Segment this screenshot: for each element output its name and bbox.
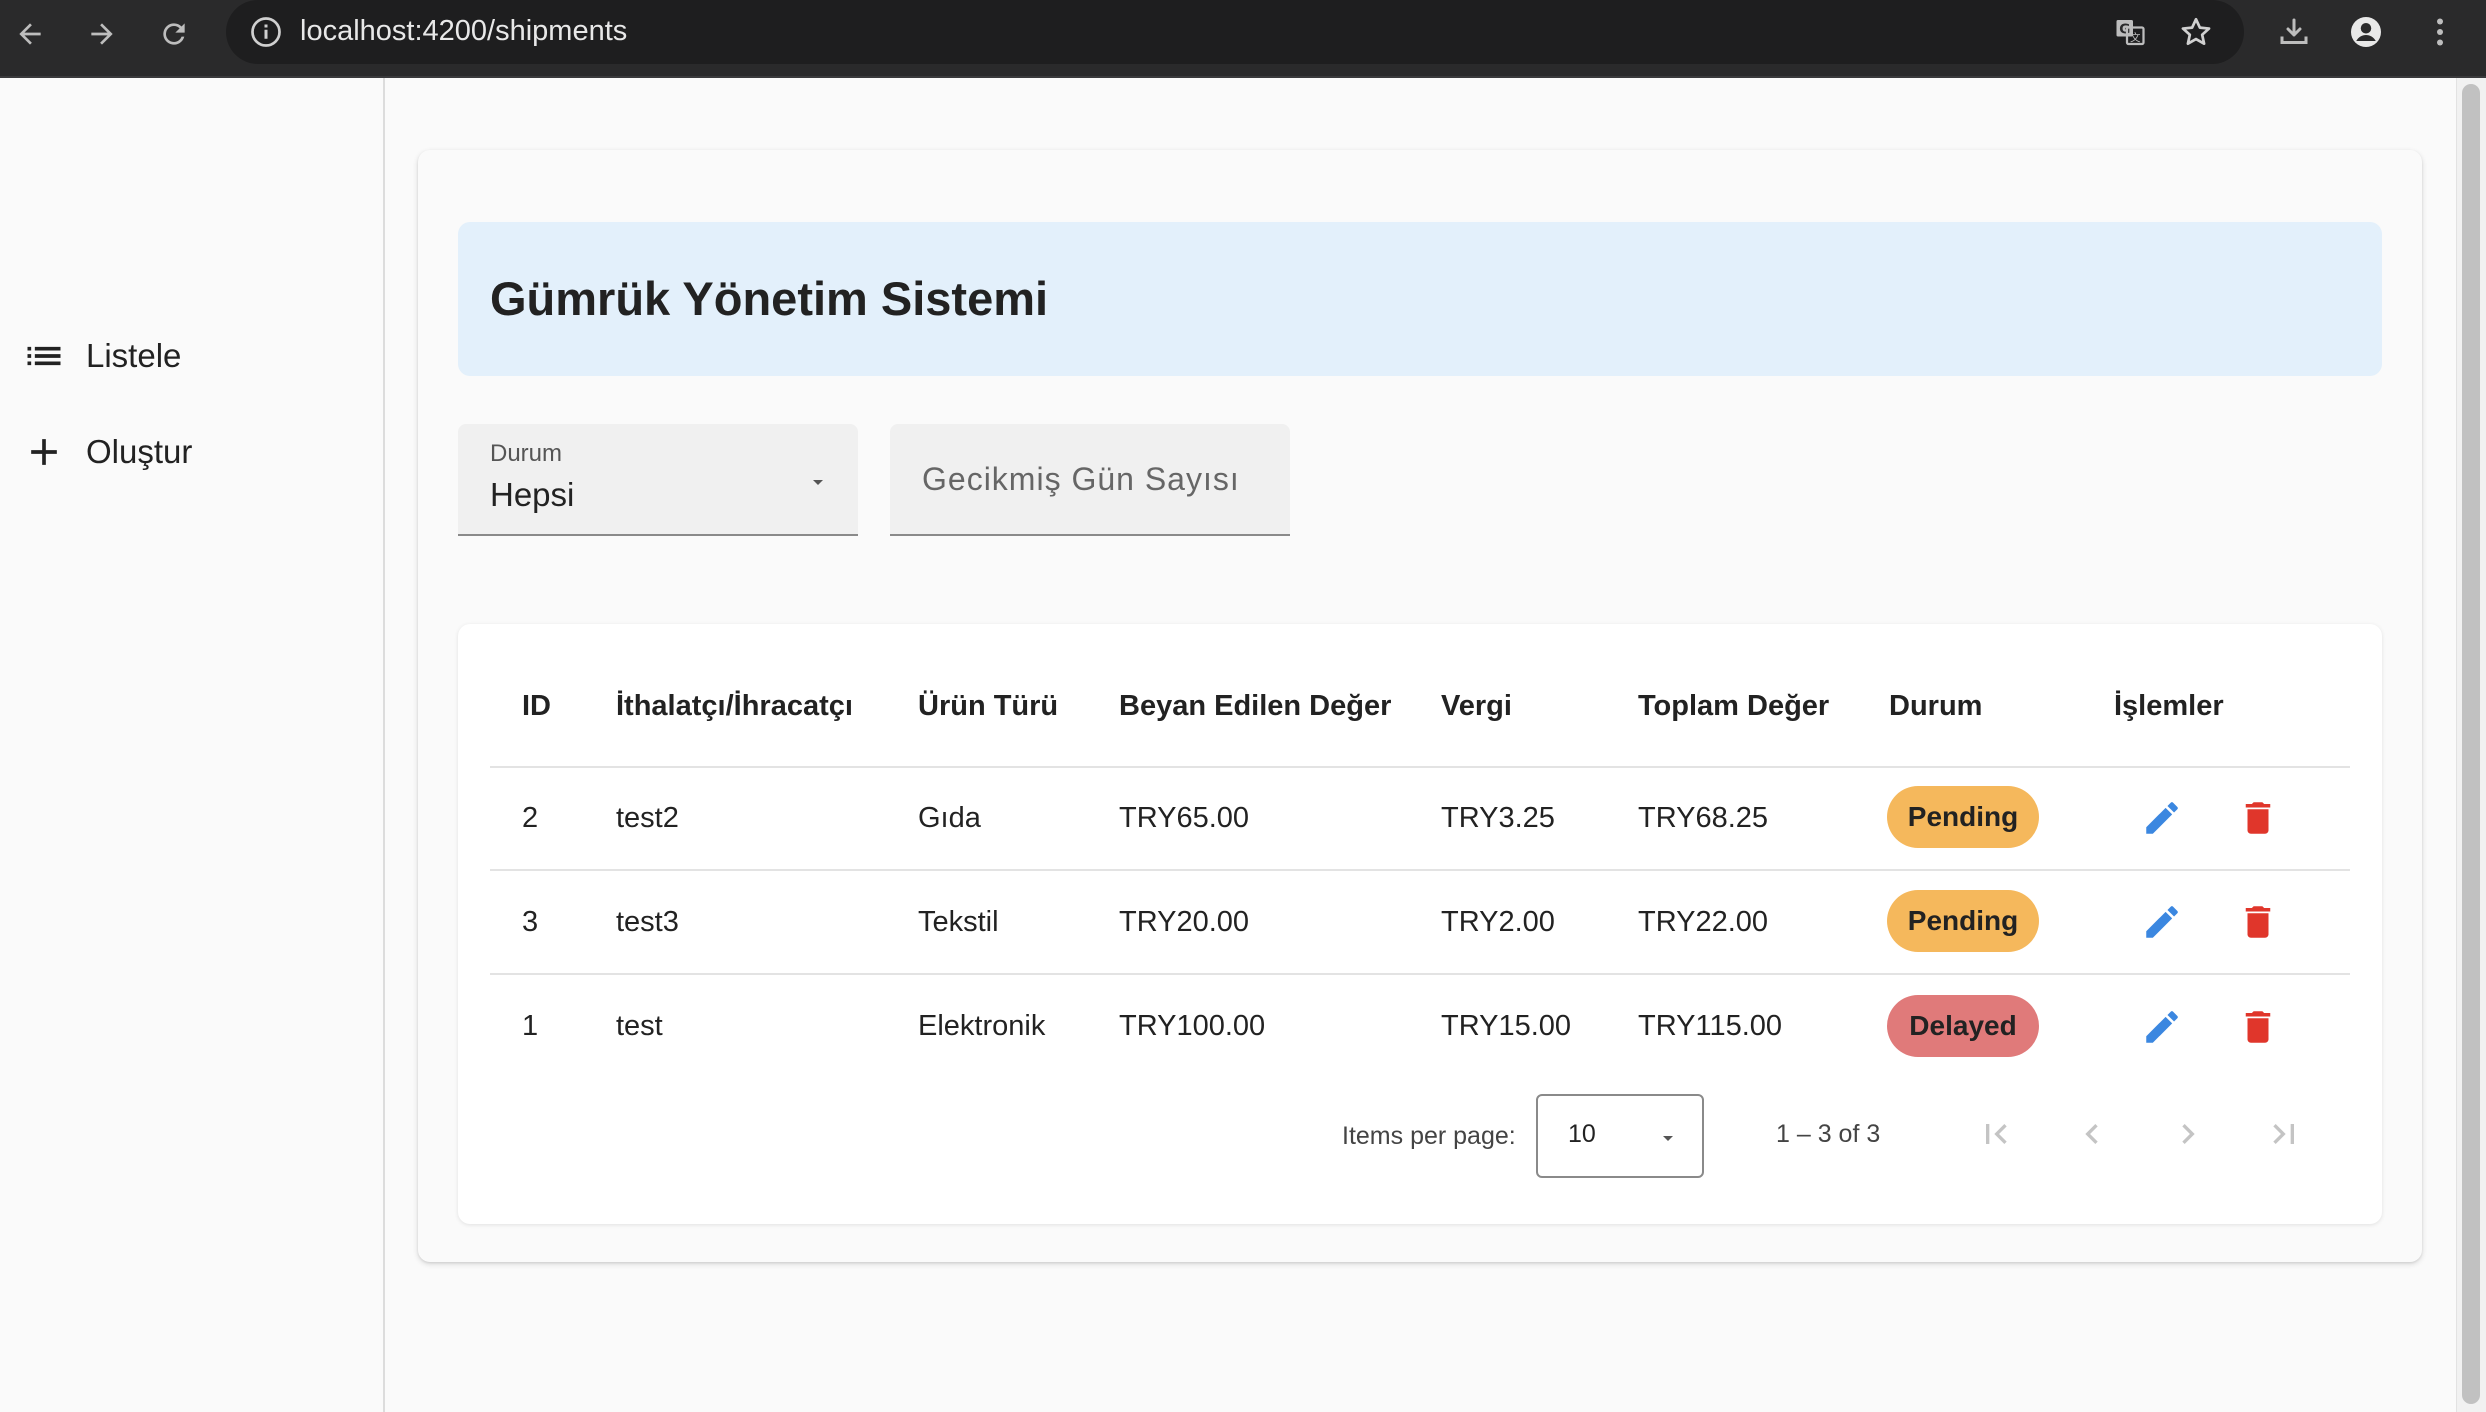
column-header-actions: İşlemler bbox=[2114, 690, 2224, 722]
next-page-button[interactable] bbox=[2160, 1106, 2216, 1162]
trash-icon bbox=[2245, 906, 2271, 938]
row-divider bbox=[490, 973, 2350, 975]
download-icon bbox=[2280, 18, 2308, 44]
chevron-left-icon bbox=[2085, 1124, 2098, 1144]
trash-icon bbox=[2245, 802, 2271, 834]
sidebar-item-list[interactable]: Listele bbox=[22, 326, 181, 386]
sidebar: Listele Oluştur bbox=[0, 78, 385, 1412]
account-icon bbox=[2351, 17, 2381, 47]
cell-product: Elektronik bbox=[918, 1010, 1046, 1042]
cell-party: test bbox=[616, 1010, 663, 1042]
caret-down-icon bbox=[1663, 1136, 1673, 1141]
translate-button[interactable]: G文 bbox=[2110, 12, 2150, 52]
list-icon bbox=[27, 346, 61, 366]
edit-button[interactable] bbox=[2134, 790, 2190, 846]
page-size-select[interactable]: 10 bbox=[1536, 1094, 1704, 1178]
page-range-label: 1 – 3 of 3 bbox=[1776, 1120, 1881, 1148]
edit-button[interactable] bbox=[2134, 999, 2190, 1055]
edit-button[interactable] bbox=[2134, 894, 2190, 950]
cell-total: TRY115.00 bbox=[1638, 1010, 1783, 1042]
delete-button[interactable] bbox=[2230, 999, 2286, 1055]
arrow-right-icon bbox=[91, 23, 113, 45]
trash-icon bbox=[2245, 1011, 2271, 1043]
sidebar-item-label: Listele bbox=[86, 337, 182, 374]
status-filter-label: Durum bbox=[490, 440, 563, 467]
title-banner: Gümrük Yönetim Sistemi bbox=[458, 222, 2382, 376]
status-badge: Pending bbox=[1887, 890, 2039, 952]
scrollbar-thumb[interactable] bbox=[2462, 84, 2480, 1404]
caret-down-icon bbox=[813, 480, 823, 485]
last-page-icon bbox=[2273, 1124, 2294, 1144]
status-filter-select[interactable]: Durum Hepsi bbox=[458, 424, 858, 536]
browser-menu-button[interactable] bbox=[2420, 12, 2460, 52]
cell-id: 3 bbox=[522, 906, 539, 938]
info-icon[interactable] bbox=[248, 14, 284, 50]
bookmark-button[interactable] bbox=[2176, 12, 2216, 52]
cell-tax: TRY3.25 bbox=[1441, 802, 1555, 834]
column-header-id[interactable]: ID bbox=[522, 690, 551, 723]
cell-party: test2 bbox=[616, 802, 679, 834]
column-header-status[interactable]: Durum bbox=[1889, 690, 1982, 723]
cell-tax: TRY15.00 bbox=[1441, 1010, 1572, 1042]
cell-total: TRY68.25 bbox=[1638, 802, 1769, 834]
first-page-button[interactable] bbox=[1968, 1106, 2024, 1162]
column-header-total[interactable]: Toplam Değer bbox=[1638, 690, 1829, 723]
address-bar[interactable]: localhost:4200/shipments G文 bbox=[226, 0, 2244, 64]
last-page-button[interactable] bbox=[2256, 1106, 2312, 1162]
star-icon bbox=[2181, 17, 2211, 46]
status-filter-value: Hepsi bbox=[490, 476, 575, 513]
arrow-left-icon bbox=[19, 23, 41, 45]
cell-total: TRY22.00 bbox=[1638, 906, 1769, 938]
browser-toolbar: localhost:4200/shipments G文 bbox=[0, 0, 2486, 78]
chevron-right-icon bbox=[2182, 1124, 2195, 1144]
svg-text:G: G bbox=[2119, 22, 2130, 38]
delete-button[interactable] bbox=[2230, 894, 2286, 950]
previous-page-button[interactable] bbox=[2064, 1106, 2120, 1162]
column-header-product[interactable]: Ürün Türü bbox=[918, 690, 1058, 723]
page-size-value: 10 bbox=[1568, 1120, 1596, 1148]
cell-product: Gıda bbox=[918, 802, 981, 834]
reload-icon bbox=[163, 23, 185, 45]
cell-declared: TRY65.00 bbox=[1119, 802, 1250, 834]
back-button[interactable] bbox=[6, 10, 54, 58]
pencil-icon bbox=[2146, 1011, 2178, 1043]
translate-icon: G文 bbox=[2116, 20, 2145, 46]
status-badge: Pending bbox=[1887, 786, 2039, 848]
delete-button[interactable] bbox=[2230, 790, 2286, 846]
column-header-declared[interactable]: Beyan Edilen Değer bbox=[1119, 690, 1391, 723]
delay-days-input[interactable] bbox=[890, 424, 1290, 534]
reload-button[interactable] bbox=[150, 10, 198, 58]
row-divider bbox=[490, 766, 2350, 768]
items-per-page-label: Items per page: bbox=[1342, 1122, 1516, 1150]
more-vert-icon bbox=[2437, 18, 2443, 46]
status-badge: Delayed bbox=[1887, 995, 2039, 1057]
cell-tax: TRY2.00 bbox=[1441, 906, 1555, 938]
svg-text:文: 文 bbox=[2130, 31, 2141, 44]
pencil-icon bbox=[2146, 906, 2178, 938]
cell-product: Tekstil bbox=[918, 906, 999, 938]
forward-button[interactable] bbox=[78, 10, 126, 58]
downloads-button[interactable] bbox=[2274, 12, 2314, 52]
pencil-icon bbox=[2146, 802, 2178, 834]
column-header-party[interactable]: İthalatçı/İhracatçı bbox=[616, 690, 853, 723]
first-page-icon bbox=[1986, 1124, 2007, 1144]
row-divider bbox=[490, 869, 2350, 871]
column-header-tax[interactable]: Vergi bbox=[1441, 690, 1512, 723]
cell-declared: TRY20.00 bbox=[1119, 906, 1250, 938]
cell-declared: TRY100.00 bbox=[1119, 1010, 1266, 1042]
sidebar-item-create[interactable]: Oluştur bbox=[22, 422, 192, 482]
cell-id: 2 bbox=[522, 802, 539, 834]
page-title: Gümrük Yönetim Sistemi bbox=[490, 272, 1049, 325]
url-text[interactable]: localhost:4200/shipments bbox=[300, 0, 627, 64]
cell-id: 1 bbox=[522, 1010, 539, 1042]
cell-party: test3 bbox=[616, 906, 679, 938]
plus-icon bbox=[31, 439, 57, 465]
profile-button[interactable] bbox=[2346, 12, 2386, 52]
sidebar-item-label: Oluştur bbox=[86, 433, 193, 470]
delay-days-field[interactable] bbox=[890, 424, 1290, 536]
